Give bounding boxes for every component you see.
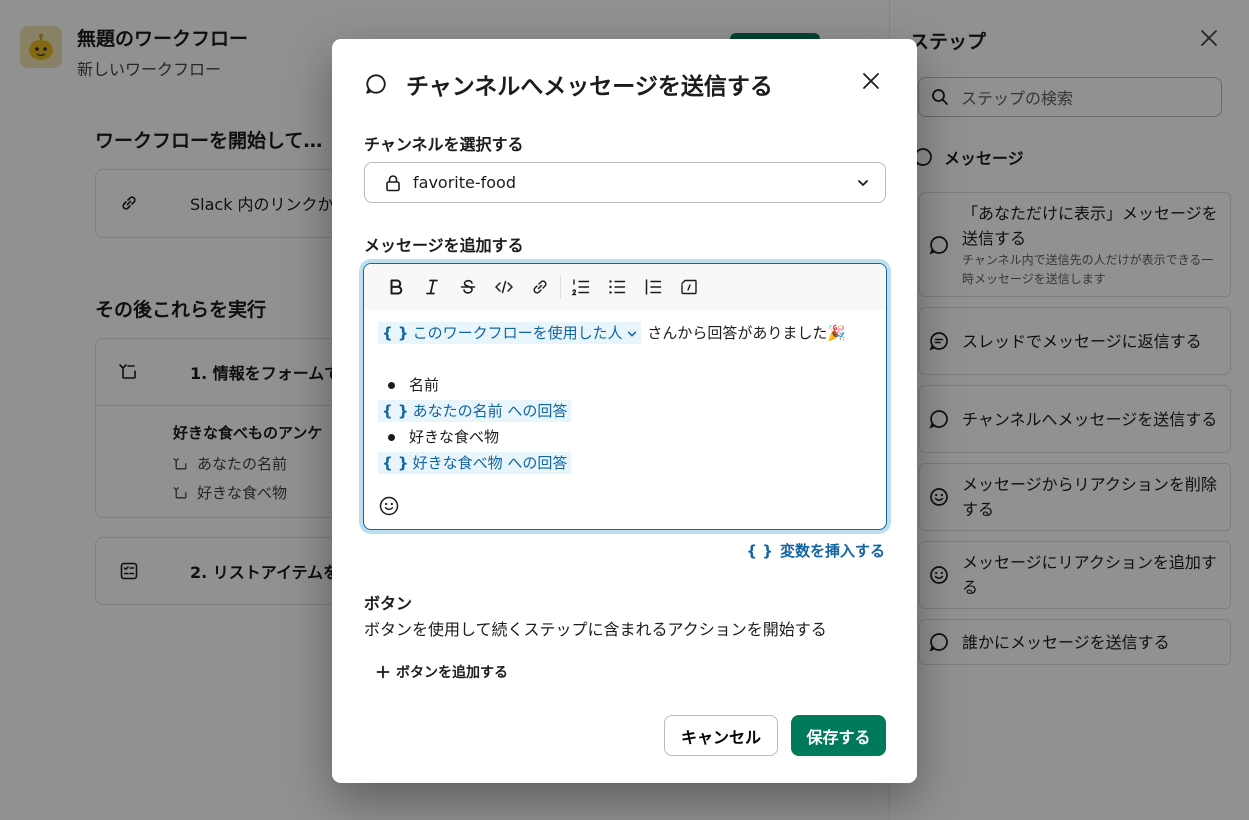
code-icon[interactable] [486, 269, 522, 305]
link-icon[interactable] [522, 269, 558, 305]
modal-title: チャンネルへメッセージを送信する [406, 74, 773, 100]
close-icon[interactable] [862, 72, 880, 90]
message-label: メッセージを追加する [364, 236, 524, 255]
editor-text: さんから回答がありました🎉 [647, 324, 847, 342]
channel-select-value: favorite-food [413, 173, 516, 192]
variable-chip[interactable]: { } 好きな食べ物 への回答 [378, 452, 572, 474]
message-bubble-icon [366, 74, 386, 94]
insert-variable-button[interactable]: { } 変数を挿入する [746, 540, 885, 561]
toolbar-divider [560, 276, 561, 298]
chevron-down-icon [628, 331, 637, 337]
editor-toolbar [364, 264, 886, 310]
editor-content[interactable]: { } このワークフローを使用した人 さんから回答がありました🎉 名前 { } あな… [364, 310, 886, 476]
code-block-icon[interactable] [671, 269, 707, 305]
ordered-list-icon[interactable] [563, 269, 599, 305]
bullet-list-icon[interactable] [599, 269, 635, 305]
save-button[interactable]: 保存する [791, 715, 886, 756]
emoji-icon[interactable] [378, 495, 400, 517]
buttons-label: ボタン [364, 594, 413, 613]
bullet-item: 名前 [378, 372, 872, 398]
italic-icon[interactable] [414, 269, 450, 305]
bold-icon[interactable] [378, 269, 414, 305]
strikethrough-icon[interactable] [450, 269, 486, 305]
chevron-down-icon [858, 180, 868, 186]
message-editor[interactable]: { } このワークフローを使用した人 さんから回答がありました🎉 名前 { } あな… [363, 263, 887, 530]
variable-chip[interactable]: { } このワークフローを使用した人 [378, 322, 642, 344]
send-message-modal: チャンネルへメッセージを送信する チャンネルを選択する favorite-foo… [332, 39, 917, 783]
variable-chip[interactable]: { } あなたの名前 への回答 [378, 400, 572, 422]
channel-select[interactable]: favorite-food [364, 162, 886, 203]
add-button-button[interactable]: ボタンを追加する [376, 662, 508, 682]
plus-icon [376, 665, 390, 679]
buttons-description: ボタンを使用して続くステップに含まれるアクションを開始する [364, 620, 827, 639]
blockquote-icon[interactable] [635, 269, 671, 305]
cancel-button[interactable]: キャンセル [664, 715, 778, 756]
lock-icon [386, 174, 400, 191]
bullet-item: 好きな食べ物 [378, 424, 872, 450]
editor-line: { } このワークフローを使用した人 さんから回答がありました🎉 [378, 320, 872, 346]
channel-label: チャンネルを選択する [364, 135, 524, 154]
